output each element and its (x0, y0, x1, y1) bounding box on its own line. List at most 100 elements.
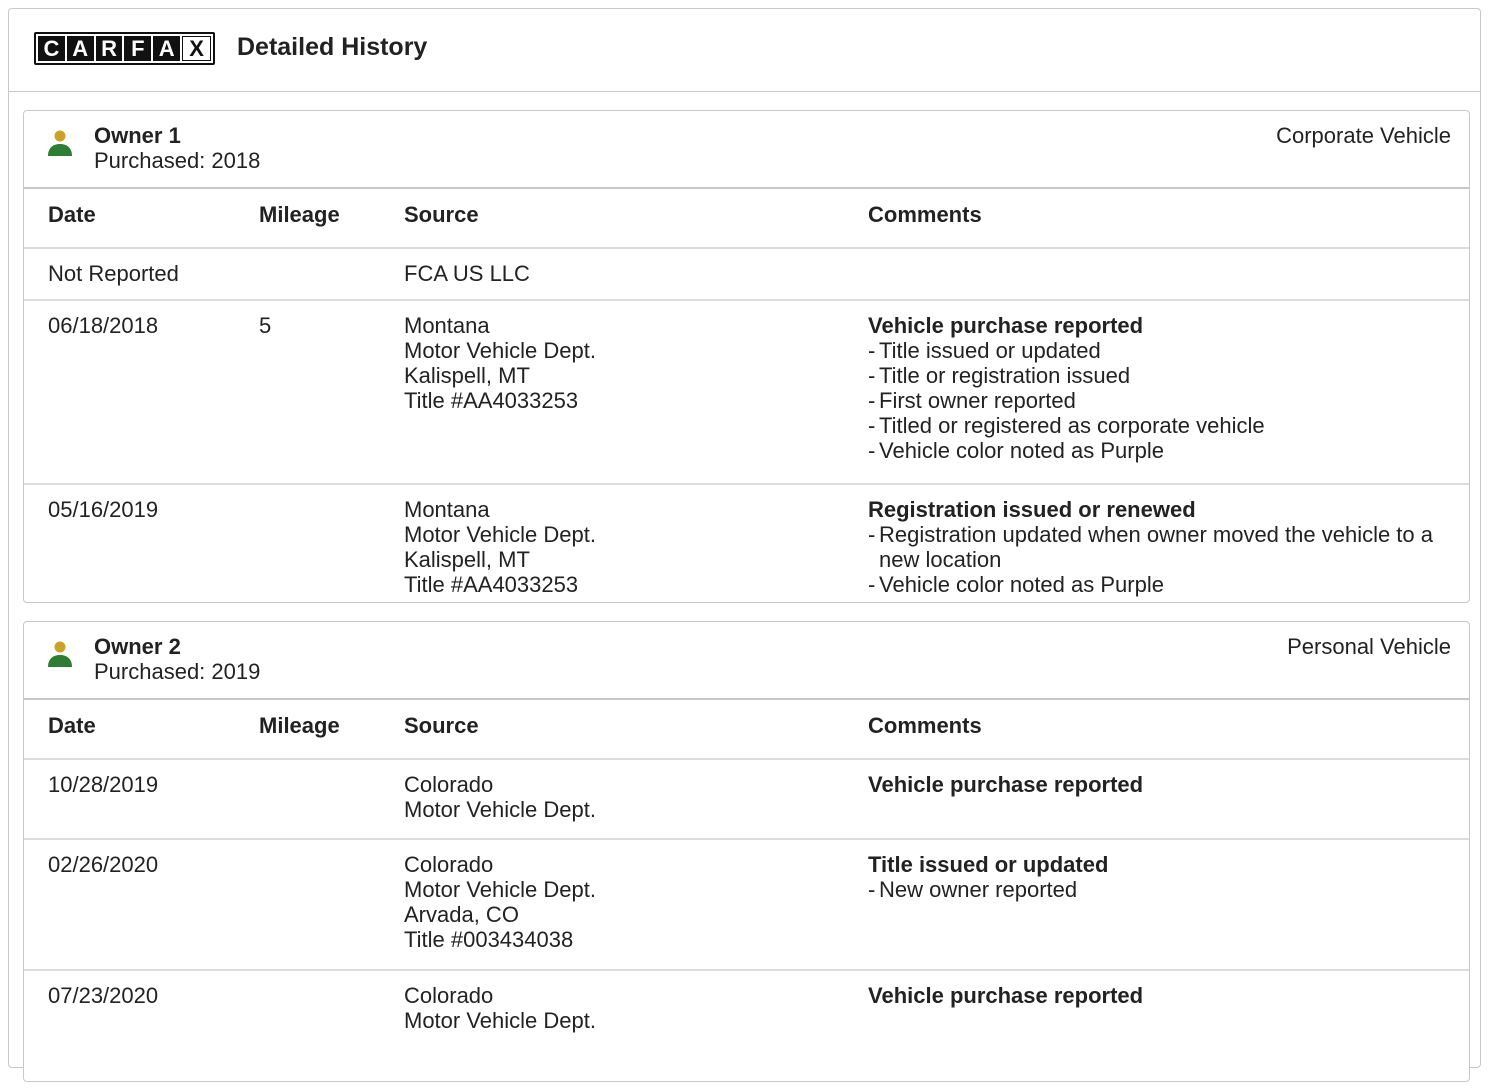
record-comments: Vehicle purchase reported - Title issued o… (868, 313, 1458, 463)
person-icon (46, 129, 74, 157)
record-source: Colorado Motor Vehicle Dept. (404, 983, 596, 1033)
bullet-dash: - (868, 438, 876, 463)
source-line: Montana (404, 497, 490, 522)
comment-item-text: Title or registration issued (879, 363, 1131, 388)
detailed-history-panel: C A R F A X Detailed History Owner 1 Purc… (8, 8, 1481, 1082)
comment-item-text: Title issued or updated (879, 338, 1101, 363)
source-line: Motor Vehicle Dept. (404, 797, 596, 822)
owner-purchased: Purchased: 2018 (94, 148, 261, 173)
comment-item: - Vehicle color noted as Purple (868, 572, 1458, 597)
source-line: Kalispell, MT (404, 363, 530, 388)
bullet-dash: - (868, 388, 876, 413)
bullet-dash: - (868, 877, 876, 902)
comment-title: Title issued or updated (868, 852, 1109, 877)
record-date: 07/23/2020 (48, 983, 159, 1008)
record-comments: Title issued or updated - New owner report… (868, 852, 1458, 902)
table-row: 02/26/2020 Colorado Motor Vehicle Dept. Arv… (24, 840, 1469, 971)
record-date: Not Reported (48, 261, 179, 286)
source-line: Colorado (404, 852, 494, 877)
comment-item-text: Vehicle color noted as Purple (879, 572, 1164, 597)
person-icon (46, 640, 74, 668)
owner-vehicle-type: Corporate Vehicle (1276, 123, 1451, 148)
table-row: 06/18/2018 5 Montana Motor Vehicle Dept. Kal… (24, 301, 1469, 485)
source-line: Motor Vehicle Dept. (404, 877, 596, 902)
comment-item: - New owner reported (868, 877, 1458, 902)
source-line: Motor Vehicle Dept. (404, 338, 596, 363)
record-date: 05/16/2019 (48, 497, 159, 522)
owner-name: Owner 1 (94, 123, 181, 148)
page-title: Detailed History (237, 33, 428, 61)
record-comments: Vehicle purchase reported (868, 772, 1458, 797)
table-row: Not Reported FCA US LLC (24, 249, 1469, 301)
record-source: FCA US LLC (404, 261, 530, 286)
record-comments: Vehicle purchase reported (868, 983, 1458, 1008)
comment-item-text: First owner reported (879, 388, 1076, 413)
table-header-row: Date Mileage Source Comments (24, 700, 1469, 760)
source-line: Title #AA4033253 (404, 572, 579, 597)
column-header-mileage: Mileage (259, 713, 340, 738)
comment-item: - Title or registration issued (868, 363, 1458, 388)
logo-letter: R (95, 36, 123, 61)
carfax-logo: C A R F A X (34, 32, 215, 65)
logo-letter: A (153, 36, 181, 61)
record-source: Colorado Motor Vehicle Dept. (404, 772, 596, 822)
comment-item-text: Vehicle color noted as Purple (879, 438, 1164, 463)
source-line: Colorado (404, 772, 494, 797)
bullet-dash: - (868, 572, 876, 597)
bullet-dash: - (868, 413, 876, 438)
comment-title: Registration issued or renewed (868, 497, 1196, 522)
comment-item: - Titled or registered as corporate vehic… (868, 413, 1458, 438)
record-source: Colorado Motor Vehicle Dept. Arvada, CO Tit… (404, 852, 596, 952)
comment-title: Vehicle purchase reported (868, 313, 1144, 338)
column-header-source: Source (404, 202, 479, 227)
record-comments: Registration issued or renewed - Registrat… (868, 497, 1458, 597)
column-header-comments: Comments (868, 713, 982, 738)
table-row: 10/28/2019 Colorado Motor Vehicle Dept. Veh… (24, 760, 1469, 840)
bullet-dash: - (868, 522, 876, 547)
table-row: 07/23/2020 Colorado Motor Vehicle Dept. Veh… (24, 971, 1469, 1091)
source-line: Arvada, CO (404, 902, 519, 927)
comment-item: - Vehicle color noted as Purple (868, 438, 1458, 463)
comment-item-text: Titled or registered as corporate vehicl… (879, 413, 1265, 438)
record-mileage: 5 (259, 313, 272, 338)
source-line: FCA US LLC (404, 261, 530, 286)
comment-title: Vehicle purchase reported (868, 983, 1144, 1008)
table-row: 05/16/2019 Montana Motor Vehicle Dept. Kali… (24, 485, 1469, 612)
comment-item-text: Registration updated when owner moved th… (879, 522, 1434, 572)
column-header-comments: Comments (868, 202, 982, 227)
source-line: Motor Vehicle Dept. (404, 1008, 596, 1033)
record-date: 06/18/2018 (48, 313, 159, 338)
table-header-row: Date Mileage Source Comments (24, 189, 1469, 249)
owner-card: Owner 2 Purchased: 2019 Personal Vehicle Da… (23, 621, 1470, 1082)
comment-title: Vehicle purchase reported (868, 772, 1144, 797)
source-line: Colorado (404, 983, 494, 1008)
record-source: Montana Motor Vehicle Dept. Kalispell, MT T… (404, 497, 596, 597)
record-source: Montana Motor Vehicle Dept. Kalispell, MT T… (404, 313, 596, 413)
record-date: 10/28/2019 (48, 772, 159, 797)
source-line: Motor Vehicle Dept. (404, 522, 596, 547)
owner-name: Owner 2 (94, 634, 181, 659)
source-line: Montana (404, 313, 490, 338)
logo-letter: X (182, 36, 211, 61)
panel-header: C A R F A X Detailed History (9, 9, 1480, 92)
owner-card: Owner 1 Purchased: 2018 Corporate Vehicle D… (23, 110, 1470, 603)
column-header-date: Date (48, 202, 96, 227)
column-header-source: Source (404, 713, 479, 738)
owner-vehicle-type: Personal Vehicle (1287, 634, 1451, 659)
bullet-dash: - (868, 338, 876, 363)
logo-letter: A (66, 36, 94, 61)
comment-item: - Registration updated when owner moved t… (868, 522, 1458, 572)
record-date: 02/26/2020 (48, 852, 159, 877)
comment-item: - Title issued or updated (868, 338, 1458, 363)
comment-item: - First owner reported (868, 388, 1458, 413)
source-line: Title #AA4033253 (404, 388, 579, 413)
column-header-mileage: Mileage (259, 202, 340, 227)
logo-letter: F (124, 36, 152, 61)
source-line: Kalispell, MT (404, 547, 530, 572)
source-line: Title #003434038 (404, 927, 574, 952)
logo-letter: C (38, 36, 65, 61)
column-header-date: Date (48, 713, 96, 738)
owner-header: Owner 2 Purchased: 2019 Personal Vehicle (24, 622, 1469, 700)
owner-purchased: Purchased: 2019 (94, 659, 261, 684)
bullet-dash: - (868, 363, 876, 388)
